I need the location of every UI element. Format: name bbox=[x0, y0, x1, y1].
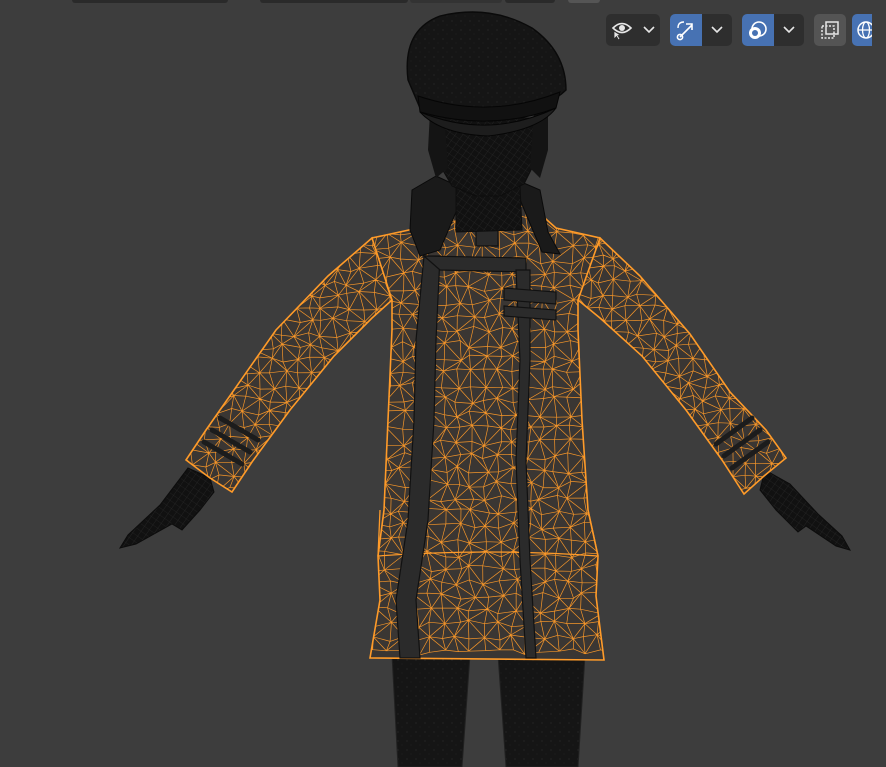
shading-group[interactable] bbox=[852, 14, 872, 46]
legs-mesh[interactable] bbox=[391, 654, 586, 767]
chevron-down-icon[interactable] bbox=[638, 14, 660, 46]
gizmo-icon[interactable] bbox=[670, 14, 702, 46]
chevron-down-icon[interactable] bbox=[774, 14, 804, 46]
wireframe-sphere-icon[interactable] bbox=[852, 14, 872, 46]
head-mesh[interactable] bbox=[406, 11, 567, 257]
xray-toggle-icon[interactable] bbox=[814, 14, 846, 46]
chevron-down-icon[interactable] bbox=[702, 14, 732, 46]
overlays-group[interactable] bbox=[742, 14, 804, 46]
overlays-icon[interactable] bbox=[742, 14, 774, 46]
xray-group[interactable] bbox=[814, 14, 846, 46]
3d-viewport[interactable] bbox=[0, 0, 886, 767]
eye-cursor-icon[interactable] bbox=[606, 14, 638, 46]
viewport-header-controls bbox=[606, 14, 872, 46]
mesh-canvas[interactable] bbox=[0, 0, 886, 767]
gizmo-group[interactable] bbox=[670, 14, 732, 46]
visibility-selectability-group[interactable] bbox=[606, 14, 660, 46]
